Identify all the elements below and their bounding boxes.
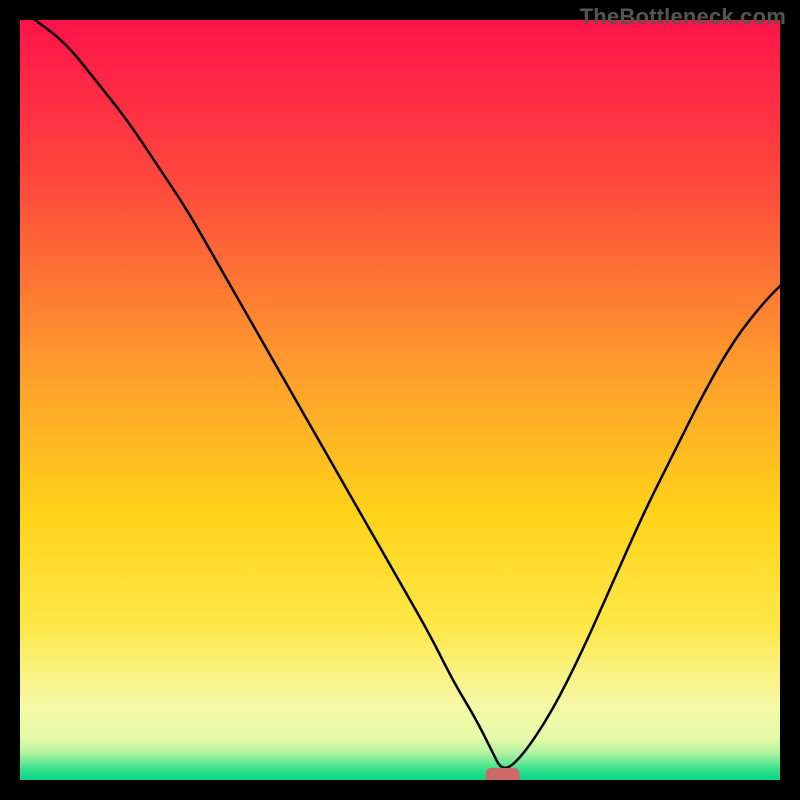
chart-frame: TheBottleneck.com [0, 0, 800, 800]
watermark-text: TheBottleneck.com [580, 4, 786, 30]
plot-area [20, 20, 780, 780]
plot-svg [20, 20, 780, 780]
minimum-marker [486, 768, 520, 780]
gradient-background [20, 20, 780, 780]
